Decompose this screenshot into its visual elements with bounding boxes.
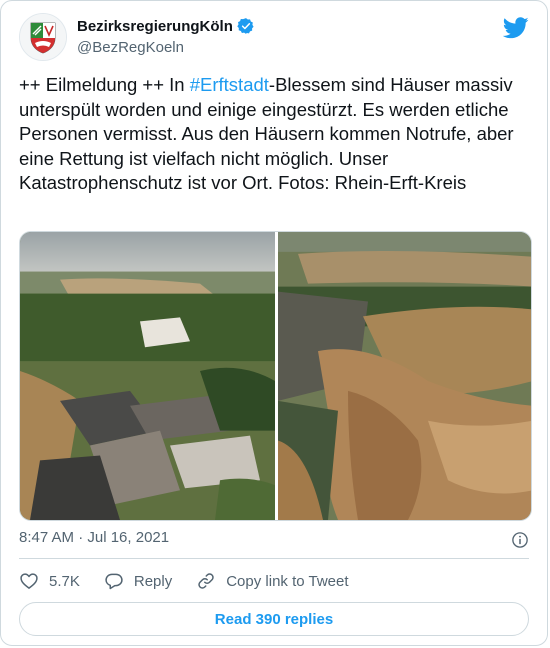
- tweet-text: ++ Eilmeldung ++ In #Erftstadt-Blessem s…: [19, 73, 531, 196]
- like-button[interactable]: 5.7K: [19, 571, 80, 591]
- author-names: BezirksregierungKöln @BezRegKoeln: [77, 17, 255, 56]
- copy-link-button[interactable]: Copy link to Tweet: [196, 571, 349, 591]
- tweet-card: BezirksregierungKöln @BezRegKoeln ++ Eil…: [0, 0, 548, 646]
- tweet-actions: 5.7K Reply Copy link to Tweet: [19, 567, 529, 595]
- read-replies-label: Read 390 replies: [214, 610, 334, 628]
- tweet-header: BezirksregierungKöln @BezRegKoeln: [19, 13, 529, 63]
- avatar[interactable]: [19, 13, 67, 61]
- landslide-photo[interactable]: [278, 232, 532, 520]
- reply-label: Reply: [133, 572, 173, 590]
- twitter-bird-icon[interactable]: [503, 17, 529, 39]
- hashtag-link[interactable]: #Erftstadt: [190, 74, 269, 95]
- read-replies-button[interactable]: Read 390 replies: [19, 602, 529, 636]
- info-icon[interactable]: [511, 531, 529, 549]
- author-display-name[interactable]: BezirksregierungKöln: [77, 18, 233, 35]
- reply-bubble-icon: [105, 573, 123, 590]
- reply-button[interactable]: Reply: [104, 571, 172, 591]
- copy-link-label: Copy link to Tweet: [226, 572, 349, 590]
- flooded-town-photo[interactable]: [20, 232, 275, 520]
- divider: [19, 558, 529, 559]
- nrw-coat-of-arms-logo: [20, 14, 66, 60]
- tweet-timestamp[interactable]: 8:47 AM · Jul 16, 2021: [19, 529, 169, 546]
- like-count: 5.7K: [49, 572, 80, 590]
- heart-icon: [20, 573, 38, 589]
- timestamp-row: 8:47 AM · Jul 16, 2021: [19, 529, 529, 553]
- tweet-media: [19, 231, 532, 521]
- verified-badge-icon: [237, 18, 254, 34]
- link-icon: [198, 573, 214, 589]
- tweet-text-part-1: ++ Eilmeldung ++ In: [19, 74, 190, 95]
- author-handle[interactable]: @BezRegKoeln: [77, 39, 255, 56]
- author-display-name-row[interactable]: BezirksregierungKöln: [77, 17, 255, 35]
